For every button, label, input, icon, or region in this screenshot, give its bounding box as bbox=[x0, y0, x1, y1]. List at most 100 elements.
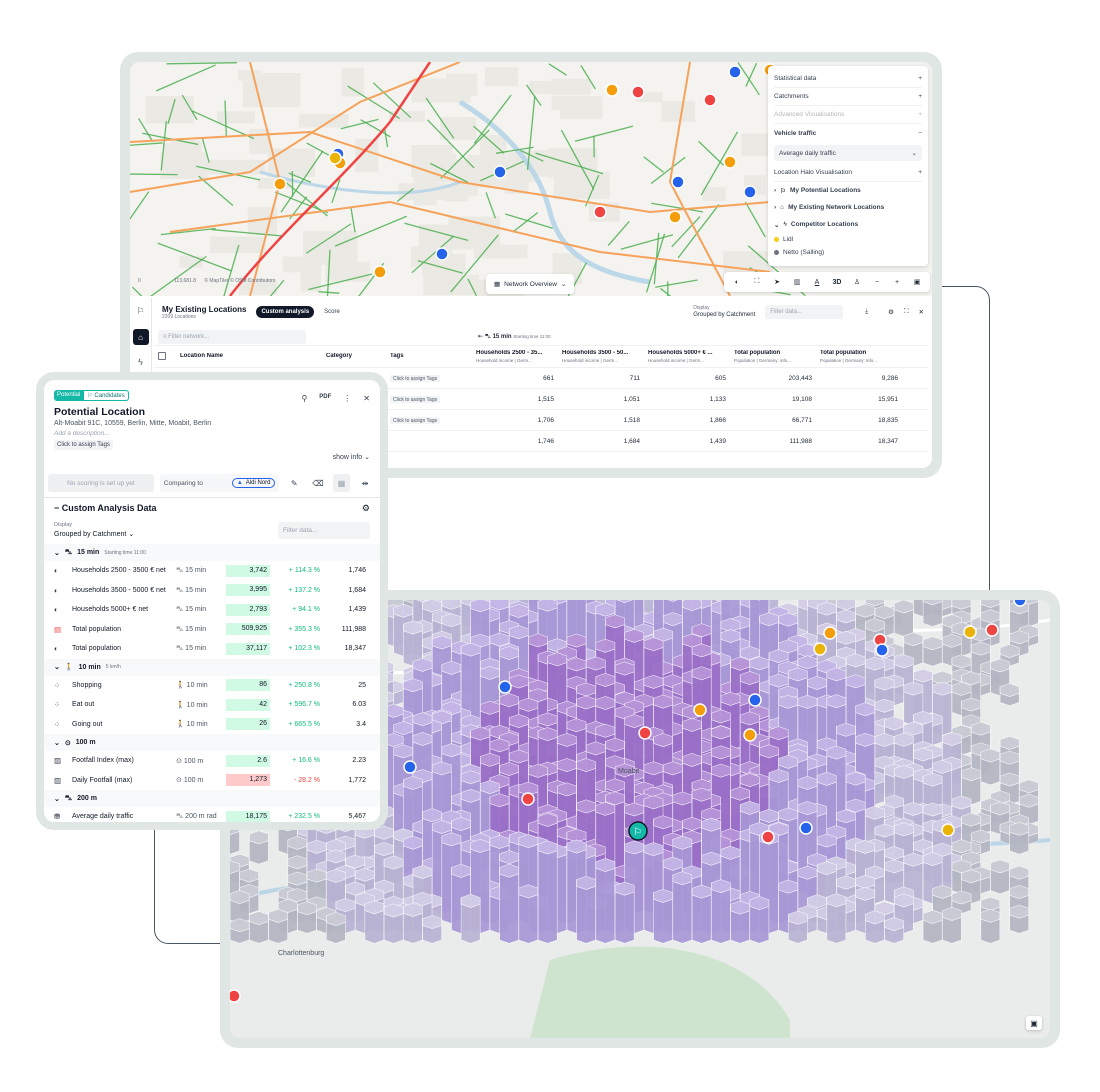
plus-icon: + bbox=[918, 93, 922, 100]
columns-icon[interactable]: ▥ bbox=[788, 278, 806, 286]
network-filter-input[interactable]: ≡ Filter network... bbox=[158, 329, 306, 344]
page-title: Potential Location bbox=[54, 406, 146, 418]
zoom-out-button[interactable]: − bbox=[868, 279, 886, 286]
cursor-icon[interactable]: ➤ bbox=[768, 278, 786, 286]
col-households-2500[interactable]: Households 2500 - 35... Household income … bbox=[472, 350, 558, 364]
location-marker bbox=[761, 830, 775, 844]
data-row[interactable]: ⁘ Going out 🚶 10 min 26 + 665.5 % 3.4 bbox=[44, 715, 380, 735]
data-row[interactable]: ▨ Daily Footfall (max) ⊙ 100 m 1,273- 28.2 … bbox=[44, 771, 380, 791]
data-row[interactable]: ⛃ Average daily traffic ⛍ 200 m rad 18,175 +… bbox=[44, 807, 380, 822]
data-row[interactable]: ▤ Total population ⛍ 15 min 509,925 + 355.3 … bbox=[44, 620, 380, 640]
minimap-icon[interactable]: ▣ bbox=[908, 278, 926, 286]
tab-score[interactable]: Score bbox=[324, 309, 340, 315]
display-select[interactable]: Grouped by Catchment ⌄ bbox=[54, 530, 134, 538]
col-households-5000[interactable]: Households 5000+ € ... Household income |… bbox=[644, 350, 730, 364]
traffic-select-value: Average daily traffic bbox=[779, 149, 836, 157]
assign-tags-button[interactable]: Click to assign Tags bbox=[54, 440, 113, 450]
custom-analysis-header[interactable]: − Custom Analysis Data ⚙ bbox=[54, 501, 370, 515]
expand-icon[interactable]: ⛶ bbox=[904, 308, 909, 316]
data-row[interactable]: ◐ Total population ⛍ 15 min 37,117 + 102.3 %… bbox=[44, 639, 380, 659]
layer-my-existing-network-locations[interactable]: › ⌂ My Existing Network Locations bbox=[774, 199, 922, 216]
hex-column bbox=[249, 830, 269, 865]
text-color-icon[interactable]: A bbox=[808, 279, 826, 286]
pencil-icon[interactable]: ✎ bbox=[285, 474, 303, 492]
gear-icon[interactable]: ⚙ bbox=[362, 503, 370, 514]
pdf-icon[interactable]: PDF bbox=[319, 394, 331, 403]
bolt-icon[interactable]: ϟ bbox=[138, 357, 143, 367]
gear-icon[interactable]: ⚙ bbox=[888, 308, 894, 316]
close-icon[interactable]: ✕ bbox=[919, 308, 924, 316]
collapse-icon[interactable]: ⇹ bbox=[356, 474, 374, 492]
hex-column bbox=[230, 918, 250, 944]
table-subheader-row: ≡ Filter network... ⇤ ⛍ 15 min Starting … bbox=[154, 328, 928, 346]
poi-icon: ⁘ bbox=[54, 719, 61, 729]
data-row[interactable]: ⁘ Eat out 🚶 10 min 42 + 596.7 % 6.03 bbox=[44, 695, 380, 715]
data-row[interactable]: ⁘ Shopping 🚶 10 min 86 + 250.8 % 25 bbox=[44, 676, 380, 696]
row-catchment-label: 200 m rad bbox=[185, 813, 217, 821]
download-icon[interactable]: ⤓ bbox=[865, 308, 868, 316]
screenshot-icon[interactable]: ▣ bbox=[1026, 1016, 1042, 1030]
tab-custom-analysis[interactable]: Custom analysis bbox=[256, 306, 315, 318]
filter-data-input[interactable]: Filter data... bbox=[278, 522, 370, 539]
select-all-checkbox[interactable] bbox=[154, 351, 176, 362]
group-header[interactable]: ⌄ ⊙ 100 m bbox=[44, 734, 380, 751]
street-map[interactable]: 0 113,681.8 © MapTiler © OSM Contributor… bbox=[130, 62, 932, 296]
legend-lidl[interactable]: Lidl bbox=[774, 233, 922, 246]
row-catchment-label: 10 min bbox=[186, 721, 208, 729]
layer-my-potential-locations[interactable]: › ⚐ My Potential Locations bbox=[774, 182, 922, 199]
flag-icon[interactable]: ⚐ bbox=[136, 306, 144, 317]
layer-location-halo[interactable]: Location Halo Visualisation + bbox=[774, 164, 922, 182]
col-subtitle: Population | Germany: info... bbox=[820, 357, 877, 363]
collapse-icon[interactable]: ⇤ bbox=[478, 334, 483, 340]
group-header[interactable]: ⌄ ⛍ 200 m bbox=[44, 790, 380, 807]
home-icon[interactable]: ⌂ bbox=[132, 329, 149, 345]
close-icon[interactable]: ✕ bbox=[363, 394, 370, 403]
network-overview-button[interactable]: ▦ Network Overview ⌄ bbox=[486, 274, 575, 294]
data-row[interactable]: ▨ Footfall Index (max) ⊙ 100 m 2.6 + 16.6 % 2… bbox=[44, 751, 380, 771]
assign-tags-button[interactable]: Click to assign Tags bbox=[390, 416, 441, 424]
more-icon[interactable]: ⋮ bbox=[343, 394, 351, 403]
group-header[interactable]: ⌄ 🚶 10 min 5 km/h bbox=[44, 658, 380, 676]
description-input[interactable]: Add a description... bbox=[54, 430, 370, 437]
layer-vehicle-traffic[interactable]: Vehicle traffic − bbox=[774, 124, 922, 142]
data-row[interactable]: ◐ Households 2500 - 3500 € net ⛍ 15 min 3,7… bbox=[44, 561, 380, 581]
aldi-logo-icon: ▲ bbox=[236, 480, 243, 486]
location-marker bbox=[963, 625, 977, 639]
comparing-select[interactable]: Comparing to ▲ Aldi Nord bbox=[159, 474, 280, 492]
data-row[interactable]: ◐ Households 5000+ € net ⛍ 15 min 2,793 + 94… bbox=[44, 600, 380, 620]
focus-icon[interactable]: ⛶ bbox=[748, 278, 766, 286]
share-icon[interactable]: ⚲ bbox=[301, 394, 307, 403]
table-cell: 18,835 bbox=[878, 416, 898, 424]
traffic-select[interactable]: Average daily traffic ⌄ bbox=[774, 145, 922, 161]
col-title: Households 2500 - 35... bbox=[476, 349, 543, 356]
assign-tags-button[interactable]: Click to assign Tags bbox=[390, 374, 441, 382]
3d-toggle[interactable]: 3D bbox=[828, 279, 846, 286]
calculator-icon[interactable]: ▦ bbox=[332, 474, 351, 492]
location-marker bbox=[703, 93, 717, 107]
row-percent-change: + 137.2 % bbox=[288, 586, 320, 594]
group-header[interactable]: ⌄ ⛍ 15 min Starting time 11:00 bbox=[44, 544, 380, 561]
col-households-3500[interactable]: Households 3500 - 50... Household income … bbox=[558, 350, 644, 364]
show-info-toggle[interactable]: show info ⌄ bbox=[333, 453, 370, 461]
compare-chip[interactable]: ▲ Aldi Nord bbox=[231, 478, 276, 488]
hex-column bbox=[691, 884, 712, 944]
filter-data-input[interactable]: Filter data... bbox=[765, 305, 844, 319]
data-row[interactable]: ◐ Households 3500 - 5000 € net ⛍ 15 min 3,9… bbox=[44, 581, 380, 601]
assign-tags-button[interactable]: Click to assign Tags bbox=[390, 395, 441, 403]
income-icon: ◐ bbox=[54, 605, 59, 615]
pedestrian-icon[interactable]: ♙ bbox=[848, 278, 866, 286]
delete-icon[interactable]: ⌫ bbox=[309, 474, 327, 492]
zoom-in-button[interactable]: + bbox=[888, 279, 906, 286]
col-total-population-2[interactable]: Total population Population | Germany: in… bbox=[816, 350, 902, 364]
col-category[interactable]: Category bbox=[322, 353, 386, 360]
layer-catchments[interactable]: Catchments + bbox=[774, 88, 922, 106]
contrast-icon[interactable]: ◐ bbox=[728, 279, 746, 286]
table-cell: 1,133 bbox=[709, 395, 726, 403]
col-total-population[interactable]: Total population Population | Germany: in… bbox=[730, 350, 816, 364]
legend-netto[interactable]: Netto (Salling) bbox=[774, 246, 922, 259]
layer-statistical-data[interactable]: Statistical data + bbox=[774, 70, 922, 88]
col-location-name[interactable]: Location Name bbox=[176, 353, 322, 360]
layer-competitor-locations[interactable]: ⌄ ϟ Competitor Locations bbox=[774, 216, 922, 233]
display-select[interactable]: Display Grouped by Catchment bbox=[693, 305, 755, 319]
col-tags[interactable]: Tags bbox=[386, 353, 472, 360]
